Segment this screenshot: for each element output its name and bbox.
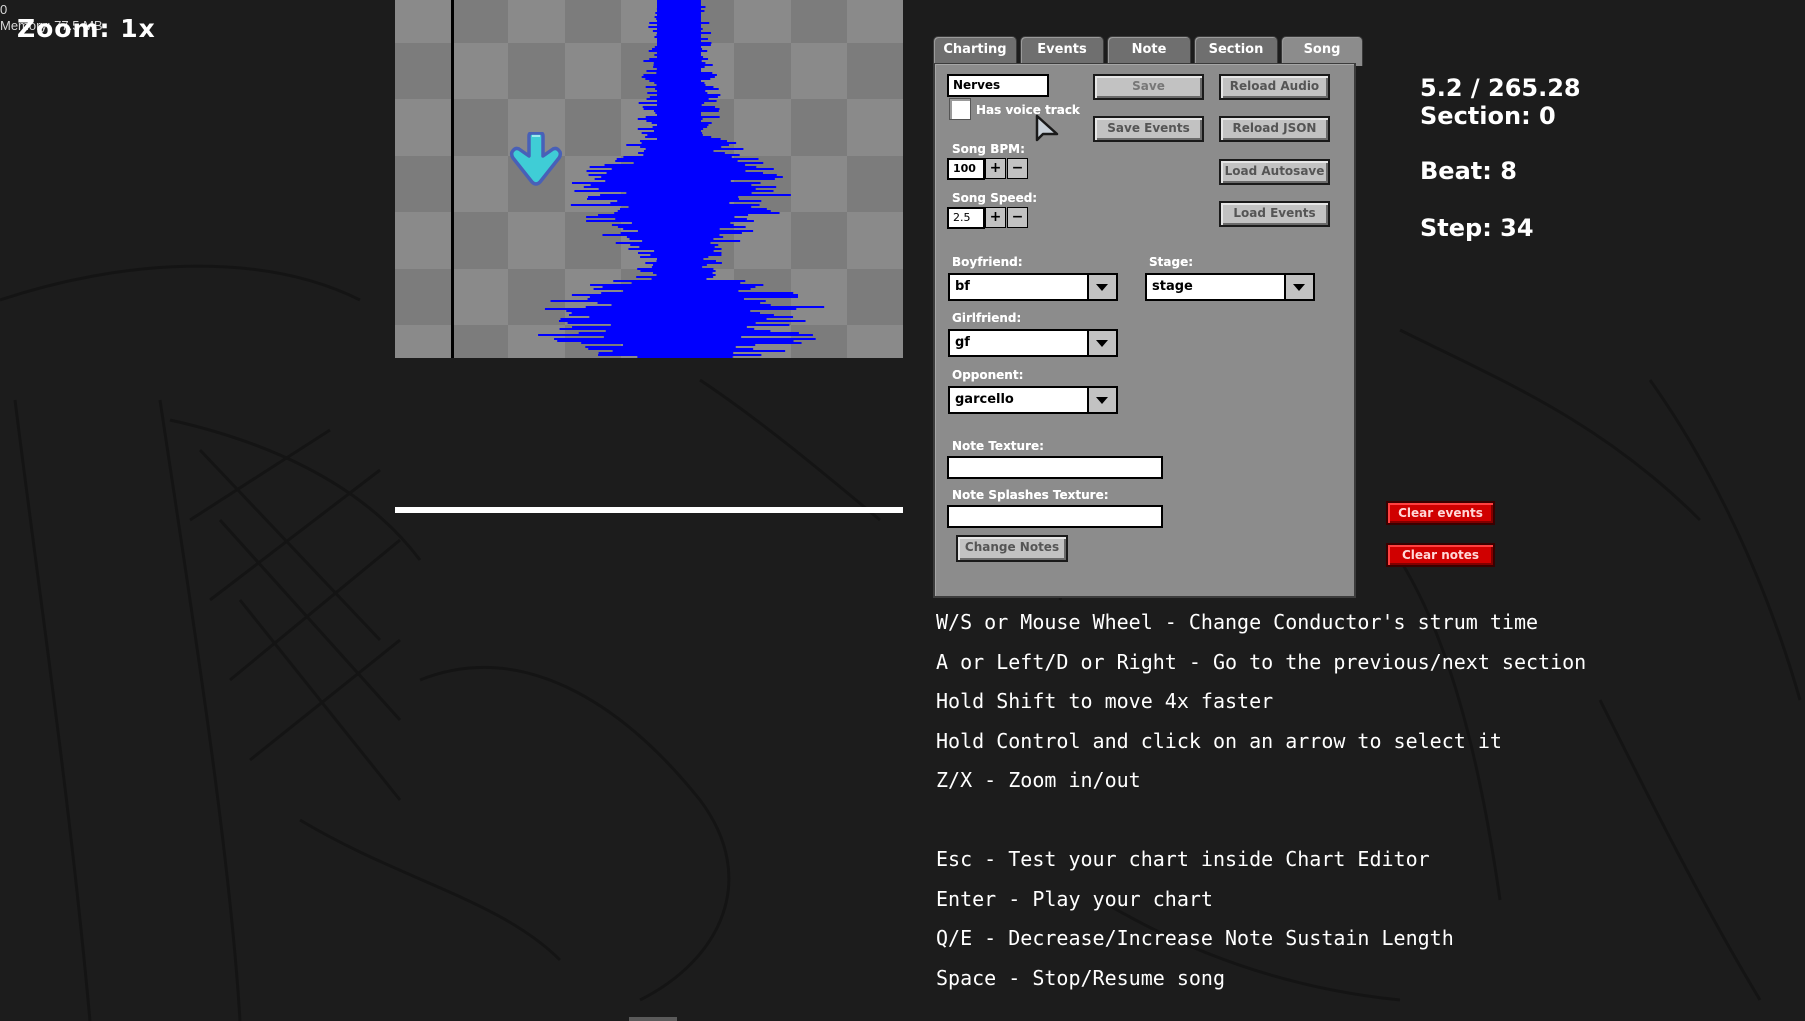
- clear-events-button[interactable]: Clear events: [1386, 501, 1495, 525]
- help-line: Q/E - Decrease/Increase Note Sustain Len…: [936, 926, 1454, 950]
- help-line: Enter - Play your chart: [936, 886, 1213, 911]
- girlfriend-value: gf: [955, 335, 970, 350]
- help-line: A or Left/D or Right - Go to the previou…: [936, 649, 1587, 674]
- load-events-button[interactable]: Load Events: [1219, 201, 1330, 227]
- step-readout: Step: 34: [1420, 214, 1534, 242]
- tab-song[interactable]: Song: [1281, 36, 1363, 66]
- song-bpm-input[interactable]: 100: [947, 158, 985, 180]
- speed-decrease-button[interactable]: −: [1007, 207, 1028, 228]
- mouse-cursor-icon: [1035, 114, 1059, 142]
- waveform-sample: [559, 328, 755, 330]
- help-line: [936, 806, 1586, 846]
- girlfriend-label: Girlfriend:: [952, 311, 1022, 325]
- note-texture-label: Note Texture:: [952, 439, 1044, 453]
- help-line: Hold Control and click on an arrow to se…: [936, 728, 1502, 753]
- help-line: Esc - Test your chart inside Chart Edito…: [936, 847, 1430, 871]
- opponent-label: Opponent:: [952, 368, 1024, 382]
- help-line: Hold Shift to move 4x faster: [936, 689, 1274, 713]
- opponent-dropdown[interactable]: garcello: [948, 386, 1118, 414]
- opponent-value: garcello: [955, 392, 1014, 407]
- save-button[interactable]: Save: [1093, 74, 1204, 100]
- help-line: Z/X - Zoom in/out: [936, 768, 1141, 792]
- note-splashes-label: Note Splashes Texture:: [952, 488, 1109, 502]
- tab-charting[interactable]: Charting: [933, 36, 1017, 63]
- stage-label: Stage:: [1149, 255, 1194, 269]
- help-line: Space - Stop/Resume song: [936, 965, 1225, 990]
- stage-value: stage: [1152, 279, 1193, 294]
- beat-readout: Beat: 8: [1420, 157, 1517, 185]
- save-events-button[interactable]: Save Events: [1093, 116, 1204, 142]
- speed-increase-button[interactable]: +: [985, 207, 1006, 228]
- bpm-decrease-button[interactable]: −: [1007, 158, 1028, 179]
- girlfriend-dropdown[interactable]: gf: [948, 329, 1118, 357]
- song-position-readout: 5.2 / 265.28: [1420, 74, 1581, 102]
- has-voice-track-checkbox[interactable]: [949, 98, 971, 120]
- has-voice-track-label: Has voice track: [976, 103, 1080, 117]
- reload-audio-button[interactable]: Reload Audio: [1219, 74, 1330, 100]
- keyboard-help-text: W/S or Mouse Wheel - Change Conductor's …: [936, 608, 1586, 1003]
- waveform-sample: [585, 306, 825, 308]
- strum-divider-line: [451, 0, 454, 358]
- chart-grid[interactable]: [395, 0, 903, 358]
- boyfriend-label: Boyfriend:: [952, 255, 1023, 269]
- boyfriend-value: bf: [955, 279, 970, 294]
- note-texture-input[interactable]: [947, 456, 1163, 479]
- song-bpm-label: Song BPM:: [952, 142, 1025, 156]
- load-autosave-button[interactable]: Load Autosave: [1219, 159, 1330, 185]
- change-notes-button[interactable]: Change Notes: [956, 535, 1068, 562]
- bpm-increase-button[interactable]: +: [985, 158, 1006, 179]
- boyfriend-dropdown[interactable]: bf: [948, 273, 1118, 301]
- song-speed-label: Song Speed:: [952, 191, 1038, 205]
- song-name-input[interactable]: Nerves: [947, 74, 1049, 97]
- stage-dropdown[interactable]: stage: [1145, 273, 1315, 301]
- conductor-strum-line: [395, 507, 903, 513]
- tab-note[interactable]: Note: [1107, 36, 1191, 63]
- waveform: [538, 0, 825, 358]
- scrollbar-thumb[interactable]: [629, 1017, 677, 1021]
- editor-tab-bar: Charting Events Note Section Song: [933, 36, 1366, 66]
- song-settings-panel: Nerves Has voice track Save Reload Audio…: [933, 63, 1356, 598]
- tab-events[interactable]: Events: [1020, 36, 1104, 63]
- chevron-down-icon[interactable]: [1087, 331, 1116, 355]
- tab-section[interactable]: Section: [1194, 36, 1278, 63]
- reload-json-button[interactable]: Reload JSON: [1219, 116, 1330, 142]
- chevron-down-icon[interactable]: [1284, 275, 1313, 299]
- zoom-level-label: Zoom: 1x: [17, 14, 156, 43]
- down-arrow-note-icon[interactable]: [508, 132, 564, 188]
- help-line: W/S or Mouse Wheel - Change Conductor's …: [936, 610, 1539, 634]
- clear-notes-button[interactable]: Clear notes: [1386, 543, 1495, 567]
- note-splashes-input[interactable]: [947, 505, 1163, 528]
- chevron-down-icon[interactable]: [1087, 388, 1116, 412]
- chevron-down-icon[interactable]: [1087, 275, 1116, 299]
- section-readout: Section: 0: [1420, 102, 1556, 130]
- song-speed-input[interactable]: 2.5: [947, 207, 985, 229]
- waveform-core: [657, 0, 701, 358]
